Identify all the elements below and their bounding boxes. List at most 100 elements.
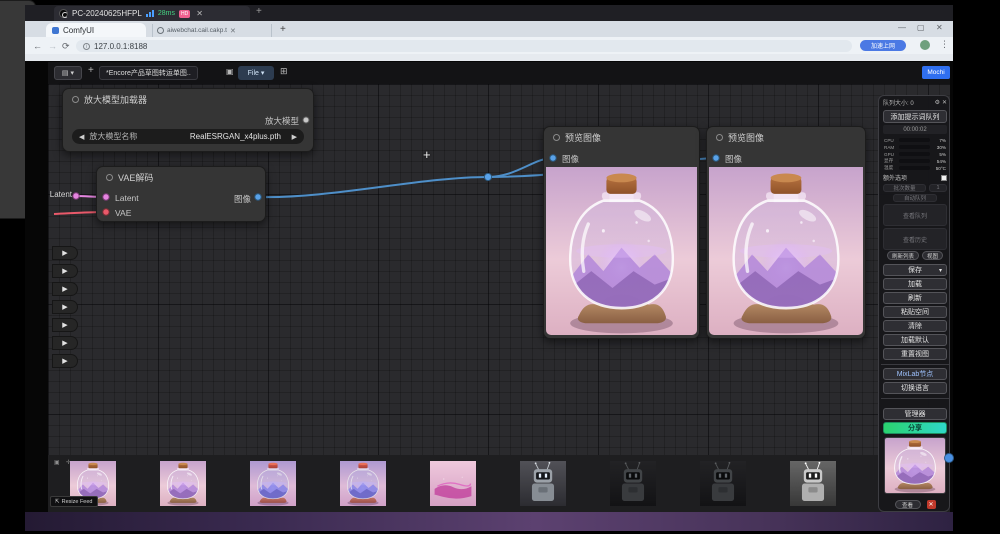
node-title-bar[interactable]: 预览图像 (544, 127, 699, 147)
node-title-bar[interactable]: VAE解码 (97, 167, 265, 187)
refresh-list-button[interactable]: 刷新列表 (887, 251, 919, 260)
extra-options-row[interactable]: 额外选项 (883, 173, 947, 182)
mixlab-nodes-button[interactable]: MixLab节点 (883, 368, 947, 380)
view-history-panel[interactable]: 查看历史 (883, 228, 947, 250)
monitor-row-cpu: CPU 7% (884, 137, 946, 143)
resize-feed-handle[interactable]: ⇱ Resize Feed (50, 496, 98, 507)
preview-image-jar[interactable] (709, 167, 863, 335)
reset-view-button[interactable]: 重置视图 (883, 348, 947, 360)
window-maximize-button[interactable]: ▢ (917, 23, 925, 32)
node-preview-image-2[interactable]: 预览图像 图像 (706, 126, 866, 339)
feed-thumbnail[interactable] (520, 461, 566, 506)
queue-prompt-button[interactable]: 添加提示词队列 (883, 110, 947, 123)
load-button[interactable]: 加载 (883, 278, 947, 290)
mochi-badge[interactable]: Mochi (922, 66, 950, 79)
browser-menu-icon[interactable]: ⋮ (940, 39, 949, 50)
file-menu-button[interactable]: File ▾ (238, 66, 274, 80)
gallery-view-button[interactable]: 查看 (895, 500, 921, 509)
refresh-button[interactable]: 刷新 (883, 292, 947, 304)
monitor-value: 30% (932, 145, 946, 150)
feed-thumbnail[interactable] (700, 461, 746, 506)
node-title-bar[interactable]: 放大模型加载器 (63, 89, 313, 109)
widget-next-arrow[interactable]: ▶ (52, 246, 78, 260)
close-tab-icon[interactable]: ✕ (230, 27, 236, 35)
forward-icon[interactable]: → (48, 41, 57, 51)
widget-next-arrow[interactable]: ▶ (52, 318, 78, 332)
save-workflow-icon[interactable]: ▣ (226, 67, 234, 76)
widget-next-arrow[interactable]: ▶ (52, 336, 78, 350)
execution-timer: 00:00:02 (883, 125, 947, 134)
button-label: 保存 (908, 265, 922, 275)
feed-thumbnail[interactable] (250, 461, 296, 506)
window-minimize-button[interactable]: — (898, 23, 906, 32)
extra-options-checkbox[interactable] (941, 175, 947, 181)
address-bar[interactable]: i 127.0.0.1:8188 (76, 40, 852, 52)
share-button[interactable]: 分享 (883, 422, 947, 434)
collapse-dot-icon[interactable] (106, 174, 113, 181)
clear-button[interactable]: 清除 (883, 320, 947, 332)
feed-settings-icon[interactable]: ▣ (54, 459, 60, 466)
window-close-button[interactable]: ✕ (936, 23, 943, 32)
load-default-button[interactable]: 加载默认 (883, 334, 947, 346)
view-queue-panel[interactable]: 查看队列 (883, 204, 947, 226)
manager-button[interactable]: 管理器 (883, 408, 947, 420)
collapse-dot-icon[interactable] (716, 134, 723, 141)
menu-header[interactable]: 队列大小: 0 ⚙ ✕ (883, 98, 947, 107)
prev-arrow-icon[interactable]: ◀ (79, 133, 84, 141)
auto-queue-label[interactable]: 自动队列 (893, 194, 937, 202)
next-arrow-icon[interactable]: ▶ (292, 133, 297, 141)
save-button[interactable]: 保存 ▾ (883, 264, 947, 276)
vpn-extension-button[interactable]: 加速上网 (860, 40, 906, 51)
switch-language-button[interactable]: 切换语言 (883, 382, 947, 394)
queue-pills-row: 刷新列表 视图 (883, 251, 947, 260)
view-button[interactable]: 视图 (922, 251, 943, 260)
widget-next-arrow[interactable]: ▶ (52, 300, 78, 314)
collapse-dot-icon[interactable] (553, 134, 560, 141)
gallery-close-icon[interactable]: ✕ (927, 500, 936, 509)
drag-handle[interactable] (944, 453, 954, 463)
close-icon[interactable]: ✕ (942, 99, 947, 106)
monitor-row-vram: 显存 54% (884, 158, 946, 164)
clipspace-button[interactable]: 粘贴空间 (883, 306, 947, 318)
layout-grid-icon[interactable]: ⊞ (280, 66, 288, 77)
gear-icon[interactable]: ⚙ (935, 99, 940, 106)
monitor-value: 7% (932, 138, 946, 143)
close-session-icon[interactable]: ✕ (196, 9, 203, 18)
chevron-down-icon[interactable]: ▾ (939, 267, 942, 274)
widget-next-arrow[interactable]: ▶ (52, 354, 78, 368)
back-icon[interactable]: ← (33, 41, 42, 51)
remote-new-tab-button[interactable]: + (256, 6, 262, 17)
browser-tab-secondary[interactable]: aiwebchat.cail.cakp.t ✕ (152, 24, 272, 37)
feed-thumbnail[interactable] (430, 461, 476, 506)
workflow-tab[interactable]: *Encore产品草图转运单图.. (99, 66, 198, 80)
batch-count-row[interactable]: 批次数量 1 (883, 184, 947, 192)
comfy-menu-panel[interactable]: 队列大小: 0 ⚙ ✕ 添加提示词队列 00:00:02 CPU 7% RAM … (878, 95, 950, 512)
widget-next-arrow[interactable]: ▶ (52, 282, 78, 296)
feed-thumbnail[interactable] (340, 461, 386, 506)
batch-count-value[interactable]: 1 (929, 184, 947, 192)
node-upscale-model-loader[interactable]: 放大模型加载器 放大模型 ◀ 放大模型名称 RealESRGAN_x4plus.… (62, 88, 314, 152)
profile-avatar[interactable] (920, 40, 930, 50)
preview-image-jar[interactable] (546, 167, 697, 335)
node-title-bar[interactable]: 预览图像 (707, 127, 865, 147)
collapse-dot-icon[interactable] (72, 96, 79, 103)
hd-quality-badge[interactable]: HD (179, 10, 190, 18)
browser-tab-comfyui[interactable]: ComfyUI (46, 23, 146, 37)
node-preview-image-1[interactable]: 预览图像 图像 (543, 126, 700, 339)
widget-next-arrow[interactable]: ▶ (52, 264, 78, 278)
remote-session-tab[interactable]: PC-20240625HFPL 28ms HD ✕ (54, 6, 250, 21)
workflow-folder-button[interactable]: ▤ ▾ (54, 66, 82, 80)
auto-queue-row[interactable]: 自动队列 (883, 194, 947, 202)
batch-count-label: 批次数量 (883, 184, 926, 192)
latest-output-thumbnail[interactable] (884, 437, 946, 494)
node-vae-decode[interactable]: VAE解码 Latent VAE 图像 (96, 166, 266, 222)
reload-icon[interactable]: ⟳ (62, 41, 70, 52)
site-info-icon[interactable]: i (83, 43, 90, 50)
feed-thumbnail[interactable] (790, 461, 836, 506)
browser-new-tab-button[interactable]: + (280, 24, 286, 35)
new-workflow-button[interactable]: + (88, 65, 94, 76)
model-name-combo-widget[interactable]: ◀ 放大模型名称 RealESRGAN_x4plus.pth ▶ (72, 129, 304, 144)
feed-thumbnail[interactable] (610, 461, 656, 506)
feed-thumbnail[interactable] (160, 461, 206, 506)
monitor-bar (899, 166, 930, 170)
